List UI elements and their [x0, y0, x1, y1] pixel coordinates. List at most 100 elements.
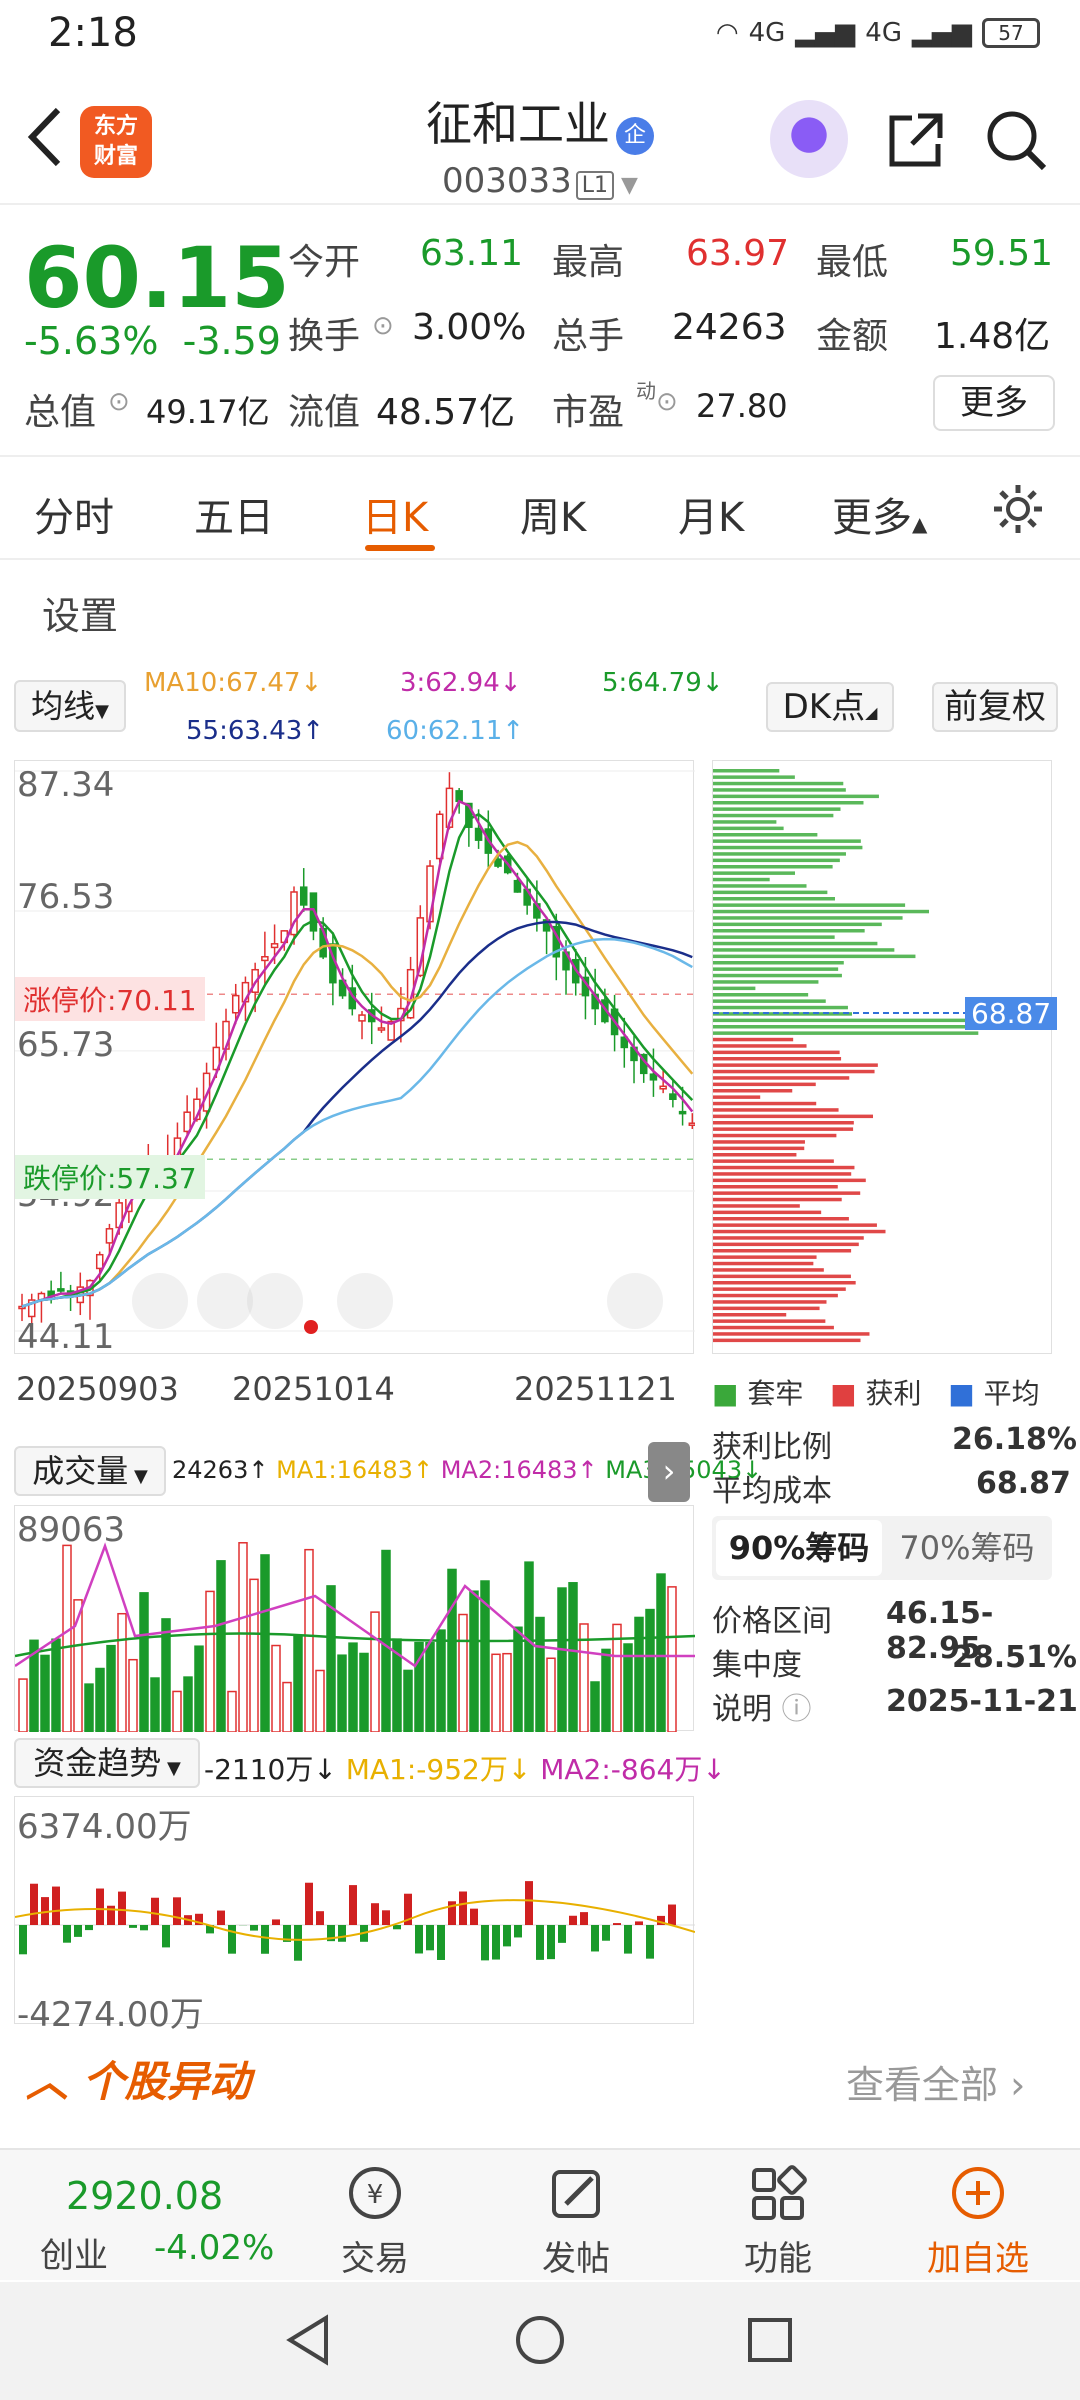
chip-distribution-chart[interactable]: 68.87 — [712, 760, 1058, 1354]
view-all-link[interactable]: 查看全部 › — [846, 2054, 1025, 2109]
fund-bar — [503, 1925, 511, 1947]
fund-bar — [459, 1891, 467, 1925]
chip-bar — [713, 1229, 886, 1234]
nav-function[interactable]: 功能 — [718, 2164, 838, 2280]
dk-point-button[interactable]: DK点◢ — [766, 682, 894, 732]
chip-bar — [713, 1165, 855, 1170]
back-icon[interactable] — [22, 102, 72, 172]
x-label-mid: 20251014 — [232, 1370, 395, 1408]
volume-select[interactable]: 成交量 ▼ — [14, 1446, 166, 1496]
volume-bar — [568, 1582, 578, 1733]
candle — [358, 1014, 366, 1022]
bottom-nav: 2920.08 创业 -4.02% ¥ 交易 发帖 功能 加自选 — [0, 2148, 1080, 2280]
kline-chart[interactable]: 87.34 76.53 65.73 54.92 44.11 涨停价:70.11 … — [14, 760, 697, 1357]
chip-bar — [713, 890, 828, 895]
ma55-label: 55:63.43↑ — [186, 716, 325, 746]
ma-select[interactable]: 均线▼ — [14, 680, 126, 732]
index-value[interactable]: 2920.08 — [66, 2174, 223, 2218]
quote-panel: 60.15 -5.63% -3.59 今开 63.11 最高 63.97 最低 … — [0, 215, 1080, 455]
chip-bar — [713, 1146, 805, 1151]
volume-bar — [370, 1611, 380, 1733]
fund-bar — [668, 1904, 676, 1925]
more-button[interactable]: 更多 — [933, 375, 1055, 431]
chip-bar — [713, 1133, 837, 1138]
chart-control-circle — [337, 1273, 393, 1329]
chip-bar — [713, 1114, 874, 1119]
fund-bar — [624, 1925, 632, 1954]
settings-label[interactable]: 设置 — [42, 585, 118, 640]
candle — [231, 994, 240, 1014]
chip-bar — [713, 1274, 851, 1279]
stock-title-block[interactable]: 征和工业企 003033 L1 ▼ — [380, 88, 700, 201]
limit-up-label: 涨停价:70.11 — [15, 977, 205, 1021]
volume-bar — [436, 1629, 446, 1733]
tab-monthly-k[interactable]: 月K — [678, 485, 744, 543]
chip-bar — [713, 1108, 839, 1112]
float-value: 48.57亿 — [376, 392, 516, 433]
tab-intraday[interactable]: 分时 — [34, 485, 114, 543]
chip-bar — [713, 826, 784, 831]
info-icon[interactable]: ⊙ — [108, 387, 130, 417]
chip-bar — [713, 1255, 817, 1259]
note-label[interactable]: 说明 ⓘ — [712, 1684, 812, 1728]
y-label: 65.73 — [17, 1025, 115, 1065]
fund-bar — [580, 1912, 588, 1925]
gear-icon[interactable] — [990, 481, 1046, 537]
chip-bar — [713, 1306, 820, 1311]
chip-bar — [713, 1057, 842, 1061]
nav-trade[interactable]: ¥ 交易 — [315, 2164, 435, 2280]
chip-bar — [713, 993, 809, 997]
low-value: 59.51 — [950, 233, 1054, 274]
tab-chip-90[interactable]: 90%筹码 — [716, 1520, 882, 1576]
volume-bar — [634, 1616, 644, 1733]
expand-panel-button[interactable]: › — [648, 1442, 690, 1502]
chip-bar — [713, 1095, 761, 1099]
volume-bar — [18, 1678, 28, 1733]
chip-bar — [713, 1293, 838, 1298]
high-value: 63.97 — [686, 233, 790, 274]
volume-value: 24263 — [672, 307, 787, 348]
volume-bar — [271, 1644, 281, 1733]
back-triangle-icon[interactable] — [282, 2312, 334, 2368]
tab-more[interactable]: 更多▲ — [832, 485, 927, 543]
chip-bar — [713, 961, 844, 965]
volume-bar — [535, 1616, 545, 1733]
volume-bar — [645, 1608, 655, 1733]
adjust-button[interactable]: 前复权 — [932, 682, 1058, 732]
chip-bar — [713, 807, 841, 811]
volume-bar — [502, 1652, 512, 1733]
stock-header: 东方 财富 征和工业企 003033 L1 ▼ — [0, 80, 1080, 205]
chip-bar — [713, 1217, 849, 1221]
enterprise-badge: 企 — [616, 116, 654, 155]
alerts-title[interactable]: ︿ 个股异动 — [26, 2048, 251, 2109]
index-name[interactable]: 创业 — [40, 2228, 108, 2277]
assistant-avatar-icon[interactable] — [770, 100, 848, 178]
home-circle-icon[interactable] — [512, 2312, 568, 2368]
share-icon[interactable] — [884, 108, 948, 172]
tab-weekly-k[interactable]: 周K — [520, 485, 586, 543]
nav-add-watchlist[interactable]: 加自选 — [918, 2164, 1038, 2280]
volume-bar — [172, 1690, 182, 1733]
fund-select[interactable]: 资金趋势 ▼ — [14, 1738, 200, 1788]
tab-chip-70[interactable]: 70%筹码 — [886, 1520, 1048, 1576]
info-icon[interactable]: ⊙ — [656, 387, 678, 417]
recent-apps-icon[interactable] — [742, 2312, 798, 2368]
tab-five-day[interactable]: 五日 — [194, 485, 274, 543]
fund-bar — [481, 1925, 489, 1961]
info-icon[interactable]: ⊙ — [372, 311, 394, 341]
grid-icon — [752, 2165, 807, 2220]
chip-bar — [713, 1236, 864, 1240]
tab-daily-k[interactable]: 日K — [362, 485, 428, 543]
chip-bar — [713, 788, 846, 792]
chip-bar — [713, 1037, 794, 1042]
nav-post[interactable]: 发帖 — [516, 2164, 636, 2280]
search-icon[interactable] — [982, 106, 1050, 174]
volume-chart[interactable]: 89063 — [14, 1505, 696, 1733]
index-pct[interactable]: -4.02% — [154, 2228, 274, 2268]
system-nav-bar — [0, 2282, 1080, 2400]
fund-flow-chart[interactable]: 6374.00万 -4274.00万 — [14, 1796, 696, 2035]
ma5-line — [21, 812, 694, 1308]
fund-bar — [470, 1908, 478, 1925]
fund-bar — [85, 1925, 93, 1931]
fund-bar — [217, 1910, 225, 1925]
